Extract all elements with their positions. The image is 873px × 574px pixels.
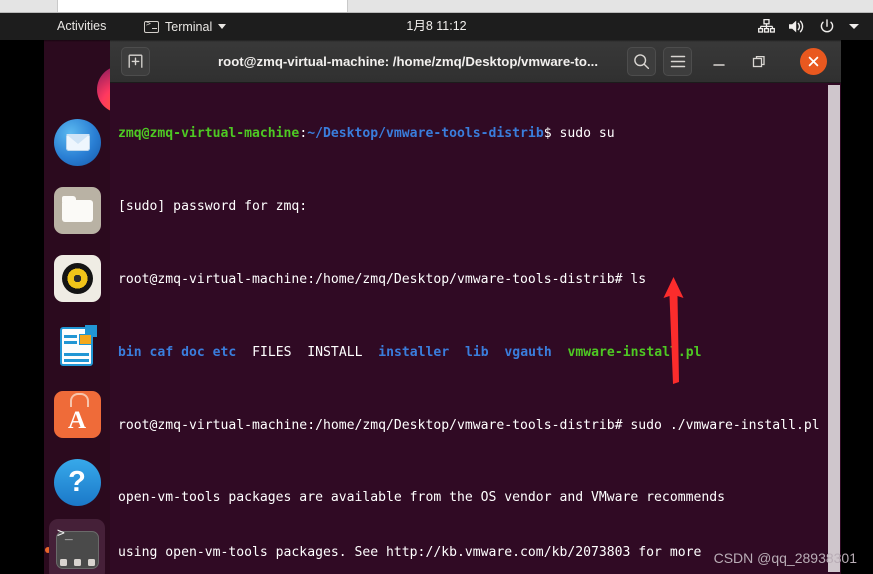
outer-window-strip-white [57,0,348,12]
clock[interactable]: 1月8 11:12 [0,13,873,40]
dock-item-help[interactable]: ? [44,448,110,516]
terminal-icon [144,19,159,33]
chevron-down-icon[interactable] [848,22,860,31]
network-wired-icon[interactable] [758,19,775,34]
screen: 1月8 11:12 Activities Terminal [0,0,873,574]
maximize-button[interactable] [744,47,773,76]
prompt-sigil: $ [543,126,560,142]
search-button[interactable] [627,47,656,76]
ls-entry-doc: doc [181,344,205,360]
root-prompt-text: root@zmq-virtual-machine:/home/zmq/Deskt… [118,417,631,433]
files-icon [53,186,101,234]
show-apps-dot [73,559,81,566]
root-prompt-text: root@zmq-virtual-machine:/home/zmq/Deskt… [118,272,631,288]
desktop-left-gutter [0,40,44,574]
volume-icon[interactable] [788,19,806,34]
system-indicators[interactable] [758,13,860,40]
chevron-down-icon [218,24,227,29]
prompt-user-host: zmq@zmq-virtual-machine [118,126,300,142]
dock: A ? >_ [44,40,144,574]
new-tab-button[interactable] [121,47,150,76]
desktop-right-gutter [841,40,873,574]
ls-entry-vgauth: vgauth [504,344,552,360]
help-icon: ? [53,458,101,506]
ubuntu-software-glyph: A [67,407,87,434]
ubuntu-software-icon: A [53,390,101,438]
command-ls: ls [630,272,647,288]
terminal-line-prompt-1: zmq@zmq-virtual-machine:~/Desktop/vmware… [118,125,841,143]
close-button[interactable] [800,48,827,75]
show-apps-dot [59,559,67,566]
terminal-output-line: open-vm-tools packages are available fro… [118,490,725,506]
minimize-button[interactable] [704,47,733,76]
rhythmbox-icon [53,254,101,302]
dock-item-thunderbird[interactable] [44,108,110,176]
app-menu-button[interactable]: Terminal [144,13,227,40]
dock-item-rhythmbox[interactable] [44,244,110,312]
window-title: root@zmq-virtual-machine: /home/zmq/Desk… [218,54,598,69]
watermark: CSDN @qq_28938301 [713,550,857,566]
gnome-top-bar: 1月8 11:12 Activities Terminal [0,13,873,40]
app-menu-label: Terminal [165,19,213,34]
terminal-line-sudo-password: [sudo] password for zmq: [118,199,308,215]
command-vmware-install: sudo ./vmware-install.pl [630,417,820,433]
show-apps-dot [87,559,95,566]
prompt-path: ~/Desktop/vmware-tools-distrib [307,126,544,142]
red-up-arrow-annotation [652,272,698,390]
ls-entry-install: INSTALL [307,344,363,360]
terminal-line-prompt-3: root@zmq-virtual-machine:/home/zmq/Deskt… [118,417,841,435]
ls-entry-bin: bin [118,344,142,360]
ls-entry-installer: installer [378,344,450,360]
ls-entry-lib: lib [464,344,489,360]
dock-item-libreoffice-impress[interactable] [44,312,110,380]
ls-entry-files: FILES [252,344,292,360]
top-bar-shadow [0,40,873,42]
activities-button[interactable]: Activities [50,13,113,40]
terminal-scrollbar[interactable] [828,85,840,572]
dock-item-ubuntu-software[interactable]: A [44,380,110,448]
command-sudo-su: sudo su [559,126,615,142]
terminal-line-ls-output: bin caf doc etc FILES INSTALL installer … [118,344,841,362]
dock-item-files[interactable] [44,176,110,244]
terminal-prompt-glyph: >_ [57,526,73,541]
libreoffice-impress-icon [54,323,101,370]
help-glyph: ? [68,465,86,498]
window-title-bar: root@zmq-virtual-machine: /home/zmq/Desk… [110,40,841,83]
ls-entry-caf: caf [149,344,174,360]
hamburger-menu-button[interactable] [663,47,692,76]
terminal-window: root@zmq-virtual-machine: /home/zmq/Desk… [110,40,841,574]
show-applications-button[interactable] [44,559,110,566]
terminal-line-prompt-2: root@zmq-virtual-machine:/home/zmq/Deskt… [118,271,841,289]
terminal-scrollbar-thumb[interactable] [828,85,840,572]
power-icon[interactable] [819,18,835,35]
outer-window-strip [0,0,873,13]
ls-entry-etc: etc [212,344,237,360]
terminal-output[interactable]: zmq@zmq-virtual-machine:~/Desktop/vmware… [110,83,841,574]
thunderbird-icon [53,118,101,166]
